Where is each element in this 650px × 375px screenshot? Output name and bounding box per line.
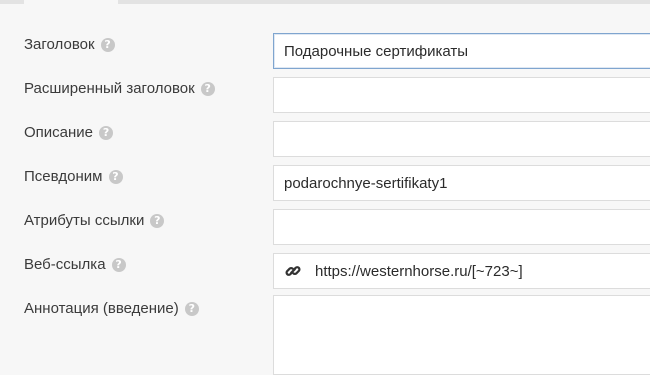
annotation-label: Аннотация (введение) ? — [24, 300, 199, 317]
help-icon[interactable]: ? — [100, 37, 115, 52]
active-tab[interactable] — [24, 0, 118, 4]
help-icon[interactable]: ? — [108, 169, 123, 184]
long-title-input[interactable] — [273, 77, 650, 113]
description-input[interactable] — [273, 121, 650, 157]
web-link-label: Веб-ссылка ? — [24, 256, 126, 273]
title-label: Заголовок ? — [24, 36, 115, 53]
title-label-text: Заголовок — [24, 36, 95, 53]
long-title-label-text: Расширенный заголовок — [24, 80, 195, 97]
long-title-label: Расширенный заголовок ? — [24, 80, 215, 97]
help-icon[interactable]: ? — [184, 301, 199, 316]
help-icon[interactable]: ? — [200, 81, 215, 96]
web-link-field[interactable]: https://westernhorse.ru/[~723~] — [273, 253, 650, 289]
link-attributes-input[interactable] — [273, 209, 650, 245]
web-link-label-text: Веб-ссылка — [24, 256, 106, 273]
web-link-value: https://westernhorse.ru/[~723~] — [315, 262, 523, 280]
help-icon[interactable]: ? — [111, 257, 126, 272]
description-label-text: Описание — [24, 124, 94, 141]
annotation-label-text: Аннотация (введение) — [24, 300, 179, 317]
help-icon[interactable]: ? — [150, 213, 165, 228]
link-attributes-label-text: Атрибуты ссылки — [24, 212, 145, 229]
annotation-textarea[interactable] — [273, 295, 650, 375]
alias-input[interactable]: podarochnye-sertifikaty1 — [273, 165, 650, 201]
help-icon[interactable]: ? — [99, 125, 114, 140]
description-label: Описание ? — [24, 124, 114, 141]
alias-input-value: podarochnye-sertifikaty1 — [284, 174, 448, 192]
link-icon[interactable] — [284, 262, 302, 280]
alias-label-text: Псевдоним — [24, 168, 103, 185]
link-attributes-label: Атрибуты ссылки ? — [24, 212, 165, 229]
title-input-value: Подарочные сертификаты — [284, 42, 469, 60]
alias-label: Псевдоним ? — [24, 168, 123, 185]
title-input[interactable]: Подарочные сертификаты — [273, 33, 650, 69]
